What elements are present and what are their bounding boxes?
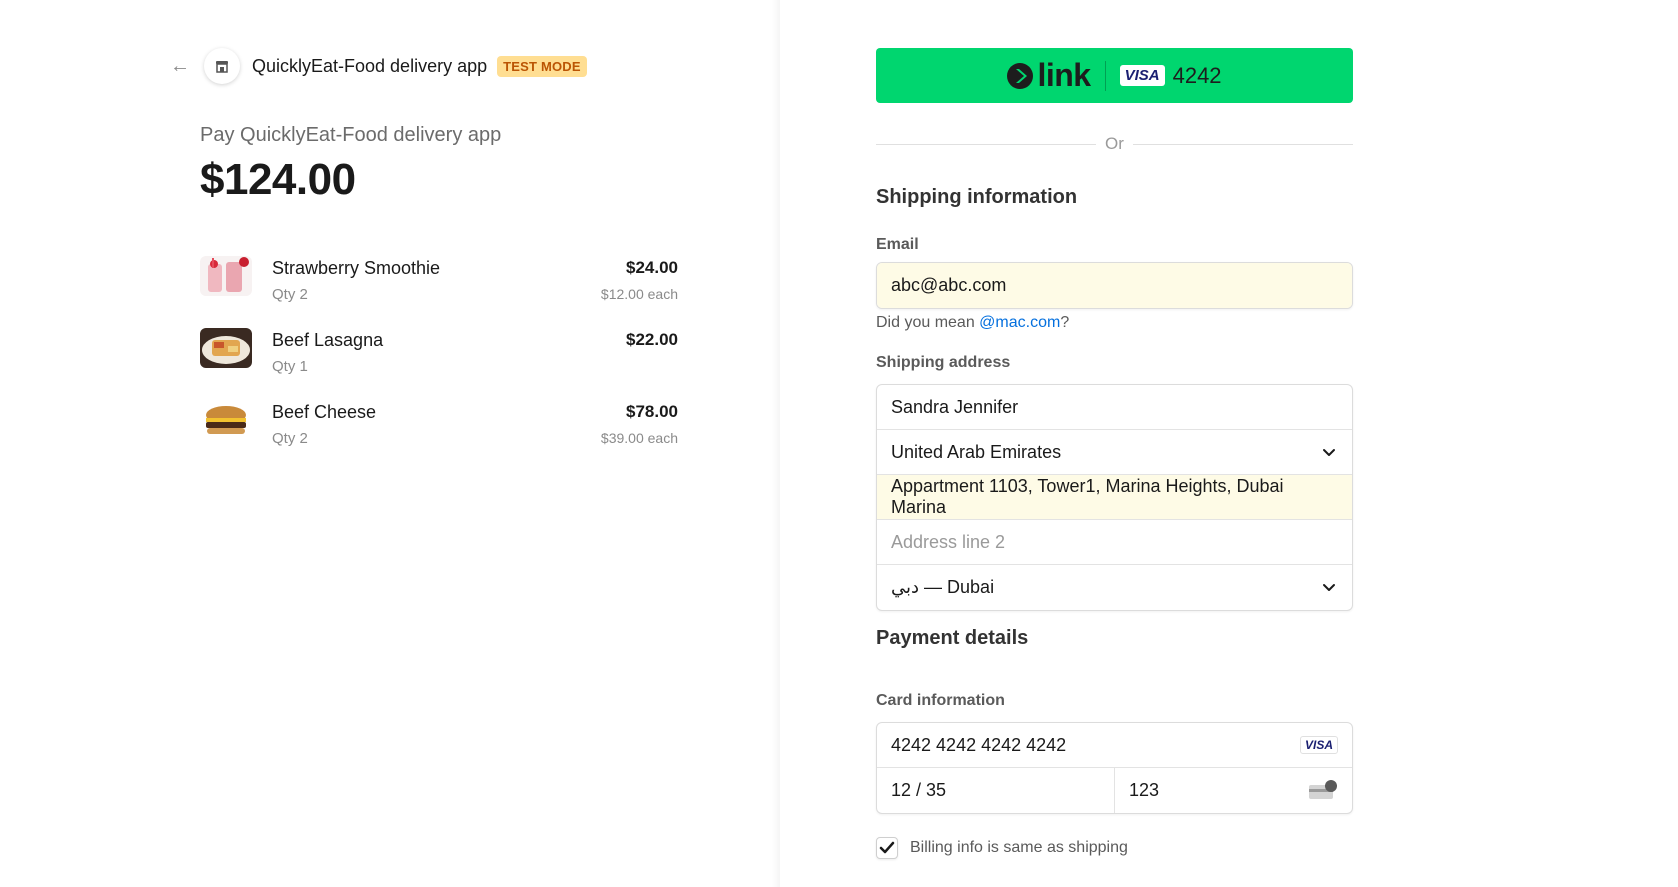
panel-divider bbox=[772, 0, 780, 887]
emirate-select[interactable]: دبي — Dubai bbox=[877, 565, 1352, 610]
email-input[interactable]: abc@abc.com bbox=[877, 263, 1352, 308]
item-price: $22.00 bbox=[626, 330, 678, 349]
link-separator bbox=[1104, 60, 1106, 91]
merchant-logo bbox=[204, 48, 240, 84]
cvc-card-icon bbox=[1309, 780, 1337, 799]
item-name: Strawberry Smoothie bbox=[272, 258, 441, 278]
suggestion-prefix: Did you mean bbox=[876, 314, 980, 331]
card-information-group: 4242 4242 4242 4242 VISA 12 / 35 123 bbox=[876, 722, 1353, 814]
email-label: Email bbox=[876, 236, 919, 253]
billing-same-checkbox[interactable] bbox=[876, 837, 898, 859]
country-select[interactable]: United Arab Emirates bbox=[877, 430, 1352, 475]
email-suggestion-link[interactable]: @mac.com bbox=[979, 314, 1060, 331]
item-qty: Qty 1 bbox=[272, 358, 308, 375]
address-line2-input[interactable]: Address line 2 bbox=[877, 520, 1352, 565]
billing-same-as-shipping[interactable]: Billing info is same as shipping bbox=[876, 837, 1128, 859]
visa-card-icon: VISA bbox=[1119, 65, 1165, 86]
card-number-input[interactable]: 4242 4242 4242 4242 VISA bbox=[877, 723, 1352, 768]
chevron-down-icon bbox=[1323, 584, 1335, 591]
total-amount: $124.00 bbox=[200, 155, 356, 204]
divider-line bbox=[1133, 144, 1353, 145]
card-cvc-input[interactable]: 123 bbox=[1114, 768, 1352, 813]
item-qty: Qty 2 bbox=[272, 430, 308, 447]
email-field[interactable]: abc@abc.com bbox=[876, 262, 1353, 309]
or-divider: Or bbox=[876, 134, 1353, 154]
shipping-section-title: Shipping information bbox=[876, 186, 1078, 208]
line-item: Strawberry Smoothie Qty 2 $24.00 $12.00 … bbox=[200, 254, 678, 326]
beef-lasagna-image bbox=[200, 328, 252, 368]
card-cvc-value: 123 bbox=[1129, 780, 1160, 800]
chevron-down-icon bbox=[1323, 449, 1335, 456]
storefront-icon bbox=[216, 61, 228, 73]
card-expiry-cvc-row: 12 / 35 123 bbox=[877, 768, 1352, 813]
card-expiry-input[interactable]: 12 / 35 bbox=[877, 768, 1114, 813]
checkmark-icon bbox=[879, 841, 895, 854]
beef-cheese-burger-image bbox=[200, 400, 252, 440]
address-line1-input[interactable]: Appartment 1103, Tower1, Marina Heights,… bbox=[877, 475, 1352, 520]
link-card-last4: 4242 bbox=[1172, 62, 1222, 88]
line-item: Beef Lasagna Qty 1 $22.00 bbox=[200, 326, 678, 398]
item-qty: Qty 2 bbox=[272, 286, 308, 303]
item-price: $78.00 bbox=[626, 402, 678, 421]
line-item: Beef Cheese Qty 2 $78.00 $39.00 each bbox=[200, 398, 678, 470]
back-arrow-icon[interactable]: ← bbox=[170, 54, 194, 78]
item-unit-price: $39.00 each bbox=[600, 430, 678, 446]
address-line2-placeholder: Address line 2 bbox=[891, 531, 1006, 552]
pay-label: Pay QuicklyEat-Food delivery app bbox=[200, 124, 502, 146]
link-logo: link bbox=[1007, 57, 1091, 94]
merchant-header: ← QuicklyEat-Food delivery app TEST MODE bbox=[170, 48, 587, 84]
test-mode-badge: TEST MODE bbox=[497, 55, 587, 77]
line-items-list: Strawberry Smoothie Qty 2 $24.00 $12.00 … bbox=[200, 254, 678, 470]
card-expiry-value: 12 / 35 bbox=[891, 780, 947, 800]
item-price: $24.00 bbox=[626, 258, 678, 277]
item-unit-price: $12.00 each bbox=[600, 286, 678, 302]
order-summary-panel: ← QuicklyEat-Food delivery app TEST MODE… bbox=[0, 0, 780, 887]
emirate-value: دبي — Dubai bbox=[891, 577, 995, 597]
shipping-address-label: Shipping address bbox=[876, 354, 1011, 371]
link-wordmark: link bbox=[1037, 57, 1091, 93]
merchant-name: QuicklyEat-Food delivery app bbox=[252, 55, 488, 76]
country-value: United Arab Emirates bbox=[891, 441, 1062, 462]
full-name-input[interactable]: Sandra Jennifer bbox=[877, 385, 1352, 430]
link-pay-button[interactable]: link VISA 4242 bbox=[876, 48, 1353, 103]
shipping-address-group: Sandra Jennifer United Arab Emirates App… bbox=[876, 384, 1353, 611]
billing-same-label: Billing info is same as shipping bbox=[910, 839, 1128, 856]
card-number-value: 4242 4242 4242 4242 bbox=[891, 734, 1067, 755]
payment-section-title: Payment details bbox=[876, 627, 1029, 649]
item-name: Beef Lasagna bbox=[272, 330, 384, 350]
card-information-label: Card information bbox=[876, 692, 1005, 709]
link-arrow-icon bbox=[1007, 62, 1034, 89]
email-suggestion: Did you mean @mac.com? bbox=[876, 314, 1069, 332]
strawberry-smoothie-image bbox=[200, 256, 252, 296]
suggestion-suffix: ? bbox=[1060, 314, 1070, 331]
checkout-form-panel: link VISA 4242 Or Shipping information E… bbox=[780, 0, 1678, 887]
visa-brand-icon: VISA bbox=[1299, 736, 1338, 754]
item-name: Beef Cheese bbox=[272, 402, 377, 422]
